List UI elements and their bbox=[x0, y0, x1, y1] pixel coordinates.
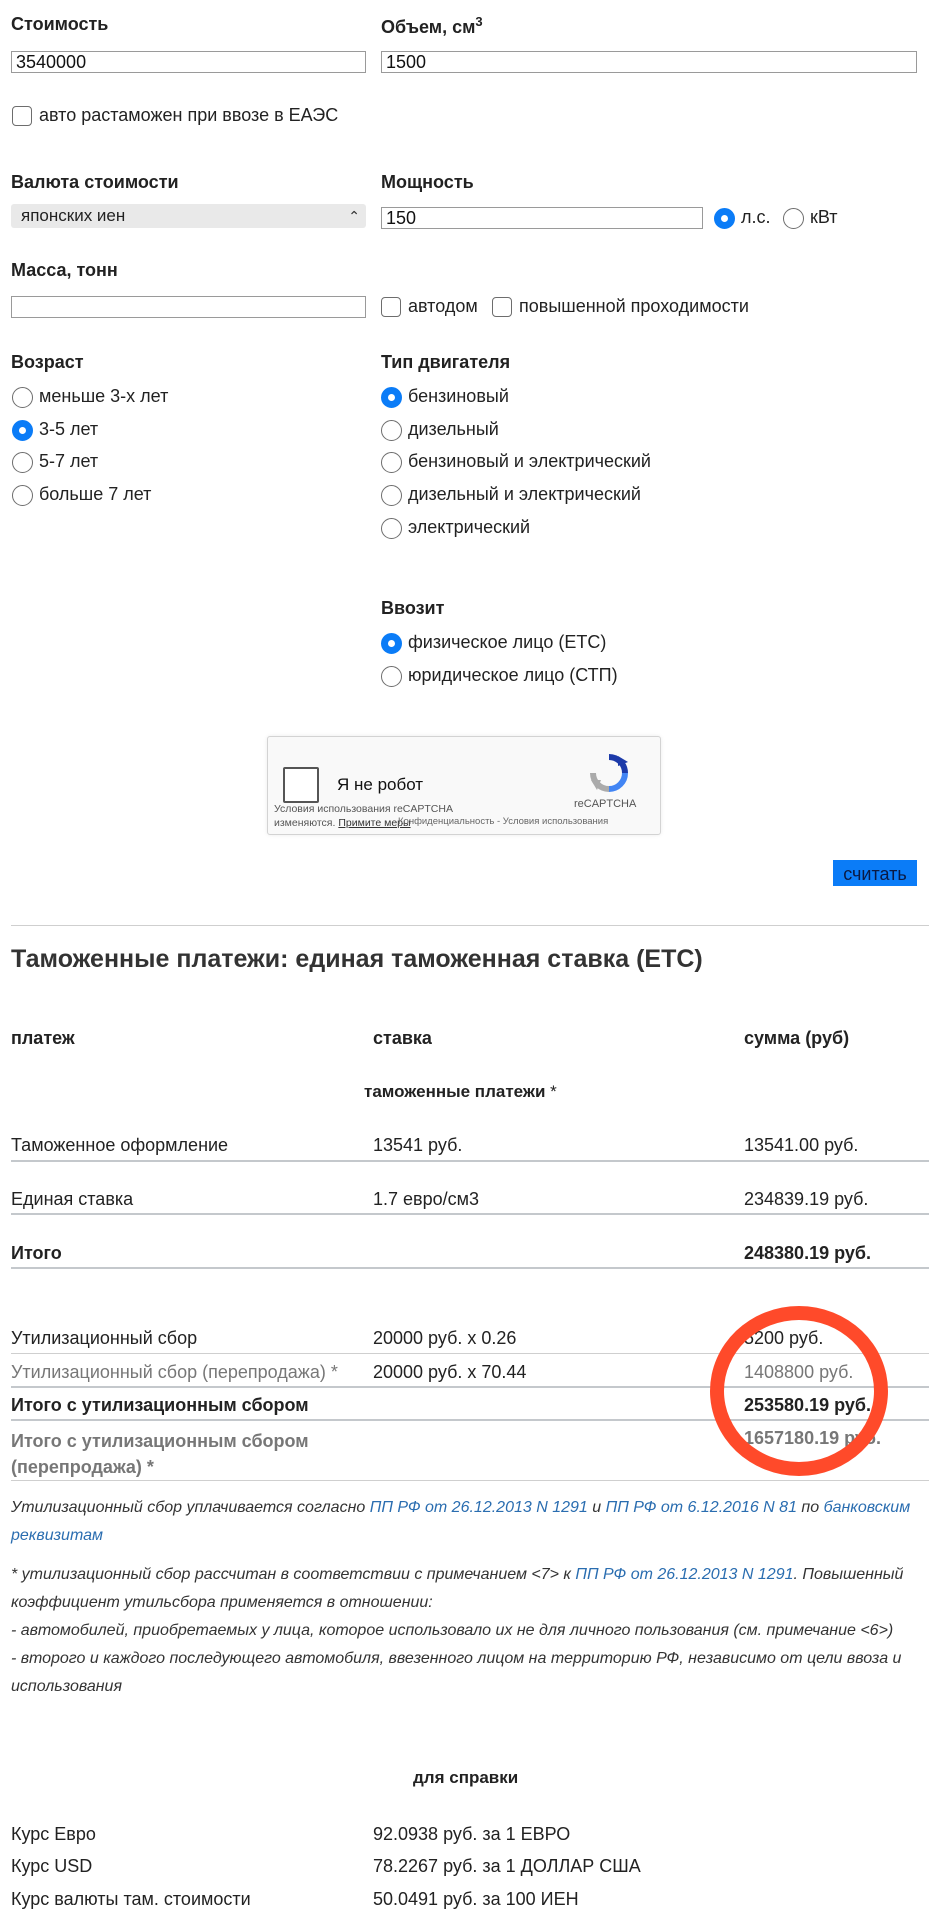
age-label: Возраст bbox=[11, 352, 84, 372]
currency-label: Валюта стоимости bbox=[11, 172, 179, 192]
age-option-under3: меньше 3-х лет bbox=[39, 386, 169, 406]
currency-select[interactable]: японских иен ⌃ bbox=[11, 204, 366, 228]
row-util-name: Утилизационный сбор bbox=[11, 1328, 198, 1348]
engine-radio-diesel-electric[interactable] bbox=[381, 485, 402, 506]
bank-details-link-part1[interactable]: банковским bbox=[824, 1499, 911, 1516]
recaptcha-widget: Я не робот reCAPTCHA Условия использован… bbox=[267, 736, 661, 835]
row-divider bbox=[11, 1160, 929, 1162]
engine-option-electric: электрический bbox=[408, 517, 531, 537]
mass-input[interactable] bbox=[11, 296, 366, 318]
row-customs-clearance-rate: 13541 руб. bbox=[373, 1135, 463, 1155]
importer-label: Ввозит bbox=[381, 598, 445, 618]
recaptcha-notice-1: Условия использования reCAPTCHA bbox=[274, 803, 453, 815]
recaptcha-footer[interactable]: Конфиденциальность - Условия использован… bbox=[398, 816, 608, 827]
row-single-rate-sum: 234839.19 руб. bbox=[744, 1189, 869, 1209]
row-util-resale-name: Утилизационный сбор (перепродажа) * bbox=[11, 1362, 338, 1382]
age-radio-under3[interactable] bbox=[12, 387, 33, 408]
section-customs-header: таможенные платежи * bbox=[364, 1082, 557, 1101]
engine-radio-electric[interactable] bbox=[381, 518, 402, 539]
pp-1291-link[interactable]: ПП РФ от 26.12.2013 N 1291 bbox=[370, 1499, 588, 1516]
ref-currency-name: Курс валюты там. стоимости bbox=[11, 1889, 251, 1909]
row-customs-clearance-name: Таможенное оформление bbox=[11, 1135, 229, 1155]
engine-option-petrol-electric: бензиновый и электрический bbox=[408, 451, 651, 471]
cost-input[interactable]: 3540000 bbox=[11, 51, 366, 73]
power-unit-hp-label: л.с. bbox=[741, 207, 771, 227]
volume-input[interactable]: 1500 bbox=[381, 51, 917, 73]
recaptcha-checkbox[interactable] bbox=[283, 767, 319, 803]
engine-option-diesel: дизельный bbox=[408, 419, 499, 439]
importer-option-legal: юридическое лицо (СТП) bbox=[408, 665, 618, 685]
engine-option-diesel-electric: дизельный и электрический bbox=[408, 484, 641, 504]
engine-radio-petrol-electric[interactable] bbox=[381, 452, 402, 473]
importer-radio-individual[interactable] bbox=[381, 633, 402, 654]
power-unit-hp-radio[interactable] bbox=[714, 208, 735, 229]
importer-radio-legal[interactable] bbox=[381, 666, 402, 687]
pp-1291-link-2[interactable]: ПП РФ от 26.12.2013 N 1291 bbox=[575, 1566, 793, 1583]
currency-select-value: японских иен bbox=[21, 206, 126, 225]
recaptcha-logo-icon bbox=[588, 752, 630, 794]
util-note: Утилизационный сбор уплачивается согласн… bbox=[11, 1499, 911, 1544]
ref-usd-value: 78.2267 руб. за 1 ДОЛЛАР США bbox=[373, 1856, 641, 1876]
recaptcha-notice-2: изменяются. Примите меры bbox=[274, 817, 411, 829]
age-option-3to5: 3-5 лет bbox=[39, 419, 99, 439]
row-total-name: Итого bbox=[11, 1243, 62, 1263]
cost-label: Стоимость bbox=[11, 14, 109, 34]
col-payment-header: платеж bbox=[11, 1028, 75, 1048]
row-total-util-name: Итого с утилизационным сбором bbox=[11, 1395, 309, 1415]
engine-option-petrol: бензиновый bbox=[408, 386, 509, 406]
row-divider bbox=[11, 1480, 929, 1481]
importer-option-individual: физическое лицо (ЕТС) bbox=[408, 632, 607, 652]
bank-details-link-part2[interactable]: реквизитам bbox=[11, 1527, 103, 1544]
power-unit-kw-radio[interactable] bbox=[783, 208, 804, 229]
row-util-rate: 20000 руб. х 0.26 bbox=[373, 1328, 517, 1348]
mass-label: Масса, тонн bbox=[11, 260, 118, 280]
col-rate-header: ставка bbox=[373, 1028, 432, 1048]
row-total-sum: 248380.19 руб. bbox=[744, 1243, 871, 1263]
row-divider bbox=[11, 1213, 929, 1215]
star-note: * утилизационный сбор рассчитан в соотве… bbox=[11, 1566, 904, 1695]
row-divider bbox=[11, 1267, 929, 1269]
section-divider bbox=[11, 925, 929, 926]
volume-label: Объем, см3 bbox=[381, 14, 483, 37]
ref-usd-name: Курс USD bbox=[11, 1856, 93, 1876]
engine-radio-diesel[interactable] bbox=[381, 420, 402, 441]
reference-title: для справки bbox=[413, 1768, 519, 1787]
row-single-rate-name: Единая ставка bbox=[11, 1189, 134, 1209]
ref-currency-value: 50.0491 руб. за 100 ИЕН bbox=[373, 1889, 579, 1909]
eaes-label: авто растаможен при ввозе в ЕАЭС bbox=[39, 105, 339, 125]
ref-eur-value: 92.0938 руб. за 1 ЕВРО bbox=[373, 1824, 571, 1844]
eaes-checkbox[interactable] bbox=[12, 106, 32, 126]
autodom-label: автодом bbox=[408, 296, 478, 316]
engine-label: Тип двигателя bbox=[381, 352, 511, 372]
age-radio-5to7[interactable] bbox=[12, 452, 33, 473]
power-label: Мощность bbox=[381, 172, 474, 192]
power-input[interactable]: 150 bbox=[381, 207, 703, 229]
autodom-checkbox[interactable] bbox=[381, 297, 401, 317]
pp-81-link[interactable]: ПП РФ от 6.12.2016 N 81 bbox=[606, 1499, 797, 1516]
row-single-rate-rate: 1.7 евро/см3 bbox=[373, 1189, 480, 1209]
power-unit-kw-label: кВт bbox=[810, 207, 838, 227]
engine-radio-petrol[interactable] bbox=[381, 387, 402, 408]
age-option-over7: больше 7 лет bbox=[39, 484, 152, 504]
recaptcha-label: Я не робот bbox=[337, 775, 424, 794]
highlight-circle bbox=[710, 1306, 888, 1476]
results-title: Таможенные платежи: единая таможенная ст… bbox=[11, 945, 703, 973]
offroad-checkbox[interactable] bbox=[492, 297, 512, 317]
updown-chevron-icon: ⌃ bbox=[348, 208, 360, 224]
calculate-button[interactable]: считать bbox=[833, 860, 917, 886]
row-util-resale-rate: 20000 руб. х 70.44 bbox=[373, 1362, 527, 1382]
age-radio-over7[interactable] bbox=[12, 485, 33, 506]
row-total-util-resale-name: Итого с утилизационным сбором (перепродаж… bbox=[11, 1431, 309, 1477]
recaptcha-brand: reCAPTCHA bbox=[574, 798, 637, 810]
row-customs-clearance-sum: 13541.00 руб. bbox=[744, 1135, 859, 1155]
age-option-5to7: 5-7 лет bbox=[39, 451, 99, 471]
ref-eur-name: Курс Евро bbox=[11, 1824, 96, 1844]
offroad-label: повышенной проходимости bbox=[519, 296, 749, 316]
age-radio-3to5[interactable] bbox=[12, 420, 33, 441]
col-sum-header: сумма (руб) bbox=[744, 1028, 850, 1048]
